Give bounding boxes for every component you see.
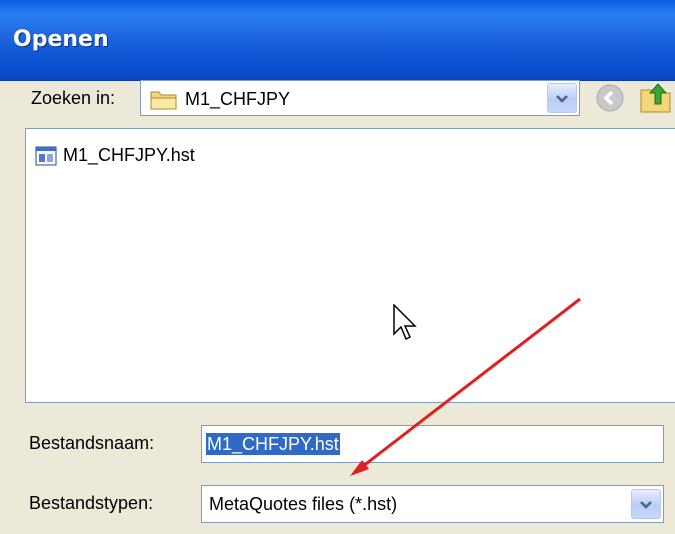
look-in-dropdown-button[interactable] — [547, 83, 577, 113]
file-type-label: Bestandstypen: — [29, 493, 154, 513]
file-name-input[interactable]: M1_CHFJPY.hst — [201, 425, 664, 463]
file-type-dropdown-button[interactable] — [631, 489, 661, 519]
file-type-select[interactable]: MetaQuotes files (*.hst) — [201, 485, 664, 523]
file-type-value: MetaQuotes files (*.hst) — [209, 494, 398, 514]
file-list[interactable]: M1_CHFJPY.hst — [25, 128, 675, 403]
up-folder-icon — [640, 83, 671, 113]
mouse-cursor-icon — [393, 303, 419, 349]
title-bar: Openen — [0, 0, 675, 81]
dialog-title: Openen — [13, 27, 109, 52]
look-in-label: Zoeken in: — [31, 88, 116, 108]
back-icon — [596, 84, 624, 112]
folder-icon — [150, 88, 178, 115]
file-name: M1_CHFJPY.hst — [63, 145, 195, 165]
file-name-label: Bestandsnaam: — [29, 433, 155, 453]
chevron-down-icon — [640, 501, 652, 509]
up-folder-button[interactable] — [638, 80, 674, 119]
look-in-dropdown[interactable]: M1_CHFJPY — [140, 80, 580, 116]
look-in-value: M1_CHFJPY — [185, 89, 291, 109]
back-button[interactable] — [595, 83, 625, 118]
chevron-down-icon — [556, 95, 568, 103]
hst-file-icon — [35, 145, 57, 172]
file-name-value: M1_CHFJPY.hst — [206, 433, 340, 455]
